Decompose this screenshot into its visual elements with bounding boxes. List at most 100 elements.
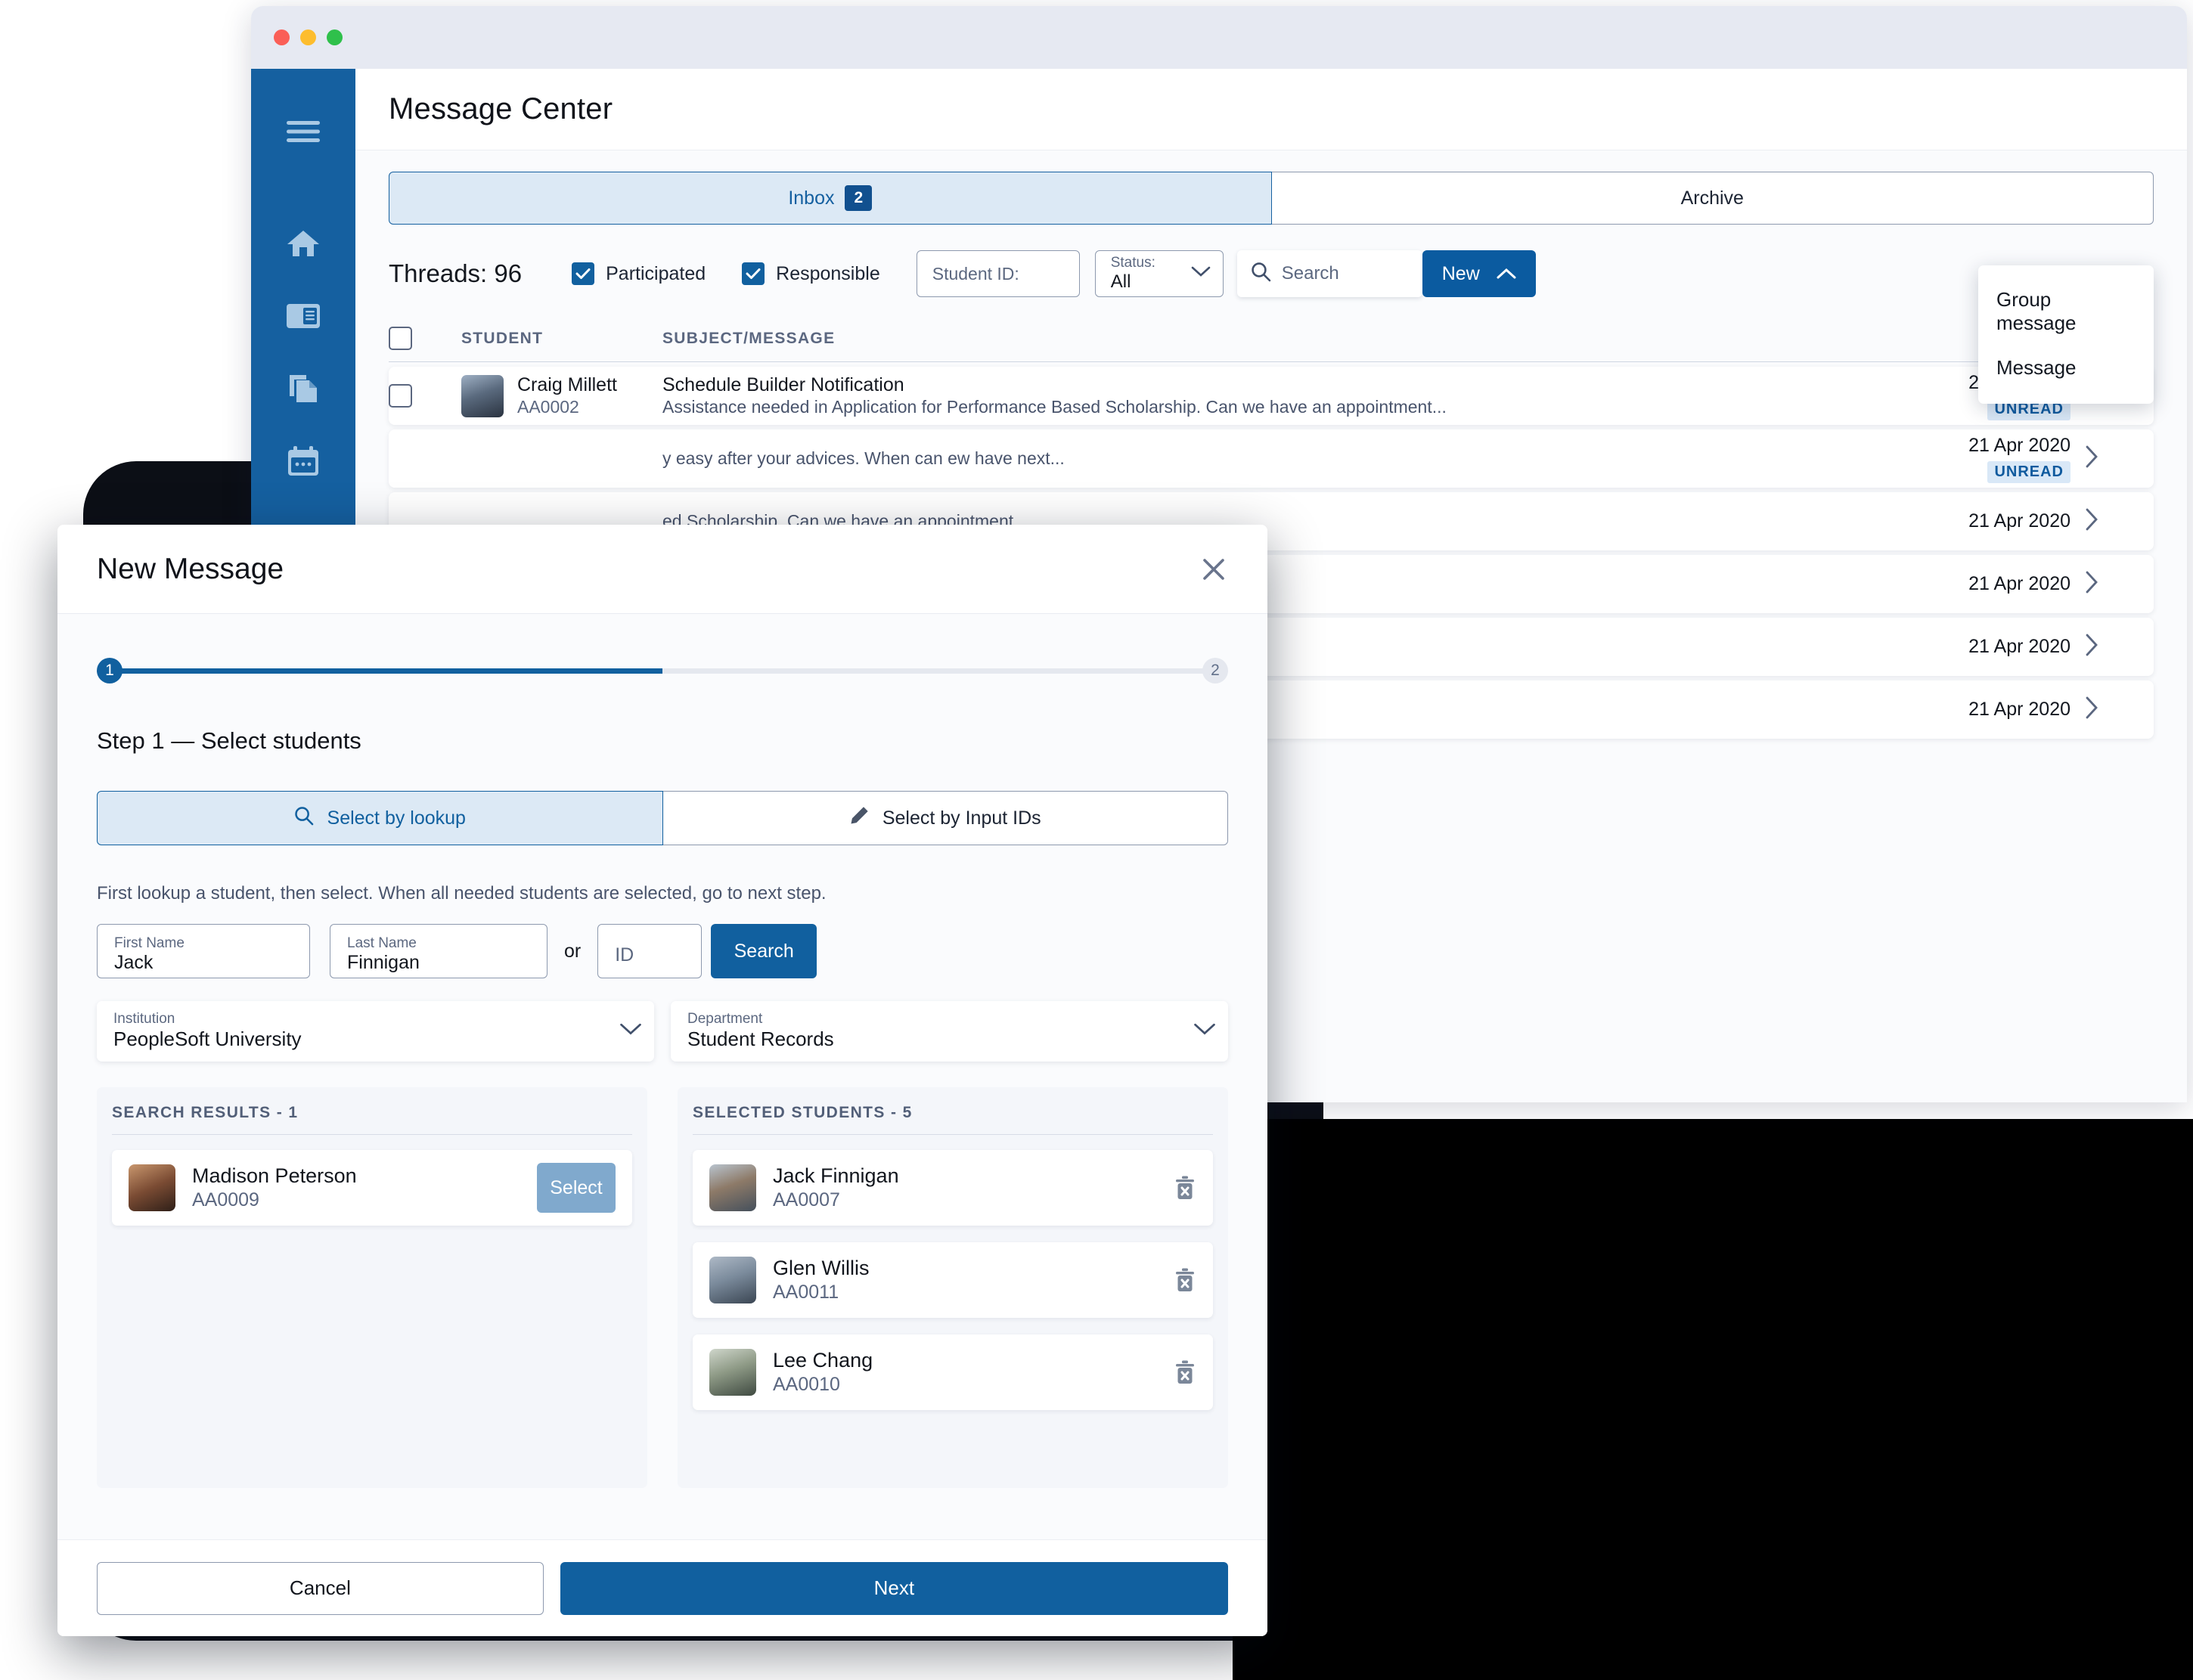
chevron-right-icon (2086, 508, 2098, 534)
list-item[interactable]: Madison Peterson AA0009 Select (112, 1150, 632, 1226)
calendar-icon (287, 445, 320, 477)
row-subject: y easy after your advices. When can ew h… (662, 448, 1859, 470)
department-value: Student Records (687, 1028, 834, 1051)
hamburger-menu-icon[interactable] (277, 105, 330, 158)
threads-count: Threads: 96 (389, 259, 523, 287)
chevron-up-icon (1497, 263, 1516, 285)
row-preview: y easy after your advices. When can ew h… (662, 448, 1065, 469)
filter-participated-label: Participated (606, 262, 706, 284)
row-checkbox[interactable] (389, 384, 461, 408)
tab-archive-label: Archive (1680, 187, 1744, 209)
table-row[interactable]: Craig Millett AA0002 Schedule Builder No… (389, 367, 2154, 425)
tab-select-by-input-ids-label: Select by Input IDs (882, 807, 1041, 829)
or-separator: or (564, 940, 582, 962)
result-id: AA0009 (192, 1189, 259, 1210)
filter-participated[interactable]: Participated (572, 262, 706, 285)
next-button[interactable]: Next (560, 1561, 1228, 1615)
institution-label: Institution (113, 1011, 175, 1028)
student-id-placeholder: Student ID: (932, 263, 1019, 284)
window-titlebar (251, 6, 2187, 69)
avatar (709, 1349, 756, 1396)
filter-responsible[interactable]: Responsible (742, 262, 880, 285)
status-badge: UNREAD (1987, 460, 2070, 483)
row-student-name: Craig Millett (517, 374, 617, 396)
tab-select-by-lookup-label: Select by lookup (327, 807, 466, 829)
search-input[interactable]: Search (1236, 250, 1422, 297)
list-item[interactable]: Glen Willis AA0011 (693, 1242, 1213, 1318)
row-open-chevron[interactable] (2086, 696, 2154, 723)
menu-item-message[interactable]: Message (1978, 346, 2154, 390)
news-icon (286, 303, 321, 329)
traffic-light-minimize-icon[interactable] (300, 29, 316, 45)
delete-icon[interactable] (1174, 1267, 1196, 1293)
list-toolbar: Threads: 96 Participated Responsible Stu… (389, 250, 2154, 297)
page-title: Message Center (389, 92, 613, 126)
new-button-label: New (1441, 262, 1480, 284)
list-item[interactable]: Lee Chang AA0010 (693, 1334, 1213, 1410)
student-id-lookup-placeholder: ID (615, 944, 634, 966)
search-placeholder: Search (1281, 263, 1339, 284)
department-select[interactable]: Department Student Records (671, 1001, 1228, 1062)
tab-select-by-lookup[interactable]: Select by lookup (97, 791, 663, 845)
row-open-chevron[interactable] (2086, 508, 2154, 535)
selected-students-panel: SELECTED STUDENTS - 5 Jack Finnigan AA00… (678, 1087, 1228, 1488)
avatar (709, 1257, 756, 1303)
checkbox-empty-icon (389, 384, 412, 408)
chevron-right-icon (2086, 634, 2098, 659)
tab-select-by-input-ids[interactable]: Select by Input IDs (662, 791, 1228, 845)
checkbox-empty-icon (389, 327, 412, 350)
delete-icon[interactable] (1174, 1175, 1196, 1201)
sidebar-item-documents[interactable] (277, 362, 330, 415)
row-received: 21 Apr 2020 (1859, 510, 2086, 532)
row-student: Craig Millett AA0002 (461, 374, 662, 417)
first-name-input[interactable]: First Name Jack (97, 924, 310, 978)
new-button[interactable]: New (1422, 250, 1536, 297)
select-button[interactable]: Select (537, 1163, 616, 1213)
tab-archive[interactable]: Archive (1271, 172, 2154, 225)
modal-body: 1 2 Step 1 — Select students Select by l… (57, 614, 1267, 1539)
search-button[interactable]: Search (711, 924, 817, 978)
sidebar-item-calendar[interactable] (277, 435, 330, 488)
sidebar-item-news[interactable] (277, 290, 330, 343)
traffic-light-maximize-icon[interactable] (327, 29, 343, 45)
student-id-input[interactable]: Student ID: (916, 250, 1080, 297)
list-item[interactable]: Jack Finnigan AA0007 (693, 1150, 1213, 1226)
tab-inbox[interactable]: Inbox 2 (389, 172, 1272, 225)
table-row[interactable]: y easy after your advices. When can ew h… (389, 429, 2154, 488)
close-icon[interactable] (1199, 555, 1228, 584)
search-results-title: SEARCH RESULTS - 1 (112, 1104, 632, 1135)
selected-id: AA0011 (773, 1281, 839, 1303)
status-select[interactable]: Status: All (1094, 250, 1224, 297)
select-all-checkbox[interactable] (389, 327, 461, 350)
last-name-input[interactable]: Last Name Finnigan (330, 924, 547, 978)
inbox-archive-tabs: Inbox 2 Archive (389, 172, 2154, 225)
step-2-indicator[interactable]: 2 (1202, 658, 1228, 683)
row-open-chevron[interactable] (2086, 634, 2154, 660)
row-subject-title: Schedule Builder Notification (662, 374, 904, 396)
status-select-value: All (1110, 271, 1131, 292)
step-progress-line (121, 668, 1204, 674)
documents-icon (287, 372, 320, 405)
selected-id: AA0010 (773, 1373, 840, 1395)
new-dropdown-menu: Group message Message (1978, 265, 2154, 404)
traffic-light-close-icon[interactable] (274, 29, 290, 45)
menu-item-group-message[interactable]: Group message (1978, 277, 2154, 346)
row-date: 21 Apr 2020 (1968, 573, 2070, 594)
avatar (461, 374, 504, 417)
step-1-indicator[interactable]: 1 (97, 658, 123, 683)
row-date: 21 Apr 2020 (1968, 510, 2070, 532)
row-date: 21 Apr 2020 (1968, 434, 2070, 456)
cancel-button[interactable]: Cancel (97, 1561, 544, 1615)
chevron-right-icon (2086, 696, 2098, 722)
pencil-icon (849, 806, 869, 831)
delete-icon[interactable] (1174, 1359, 1196, 1385)
student-id-lookup-input[interactable]: ID (597, 924, 703, 978)
institution-select[interactable]: Institution PeopleSoft University (97, 1001, 654, 1062)
selected-id: AA0007 (773, 1189, 840, 1210)
department-label: Department (687, 1011, 763, 1028)
selected-name: Lee Chang (773, 1349, 873, 1372)
row-open-chevron[interactable] (2086, 445, 2154, 472)
sidebar-item-home[interactable] (277, 217, 330, 270)
row-open-chevron[interactable] (2086, 571, 2154, 597)
row-date: 21 Apr 2020 (1968, 636, 2070, 657)
